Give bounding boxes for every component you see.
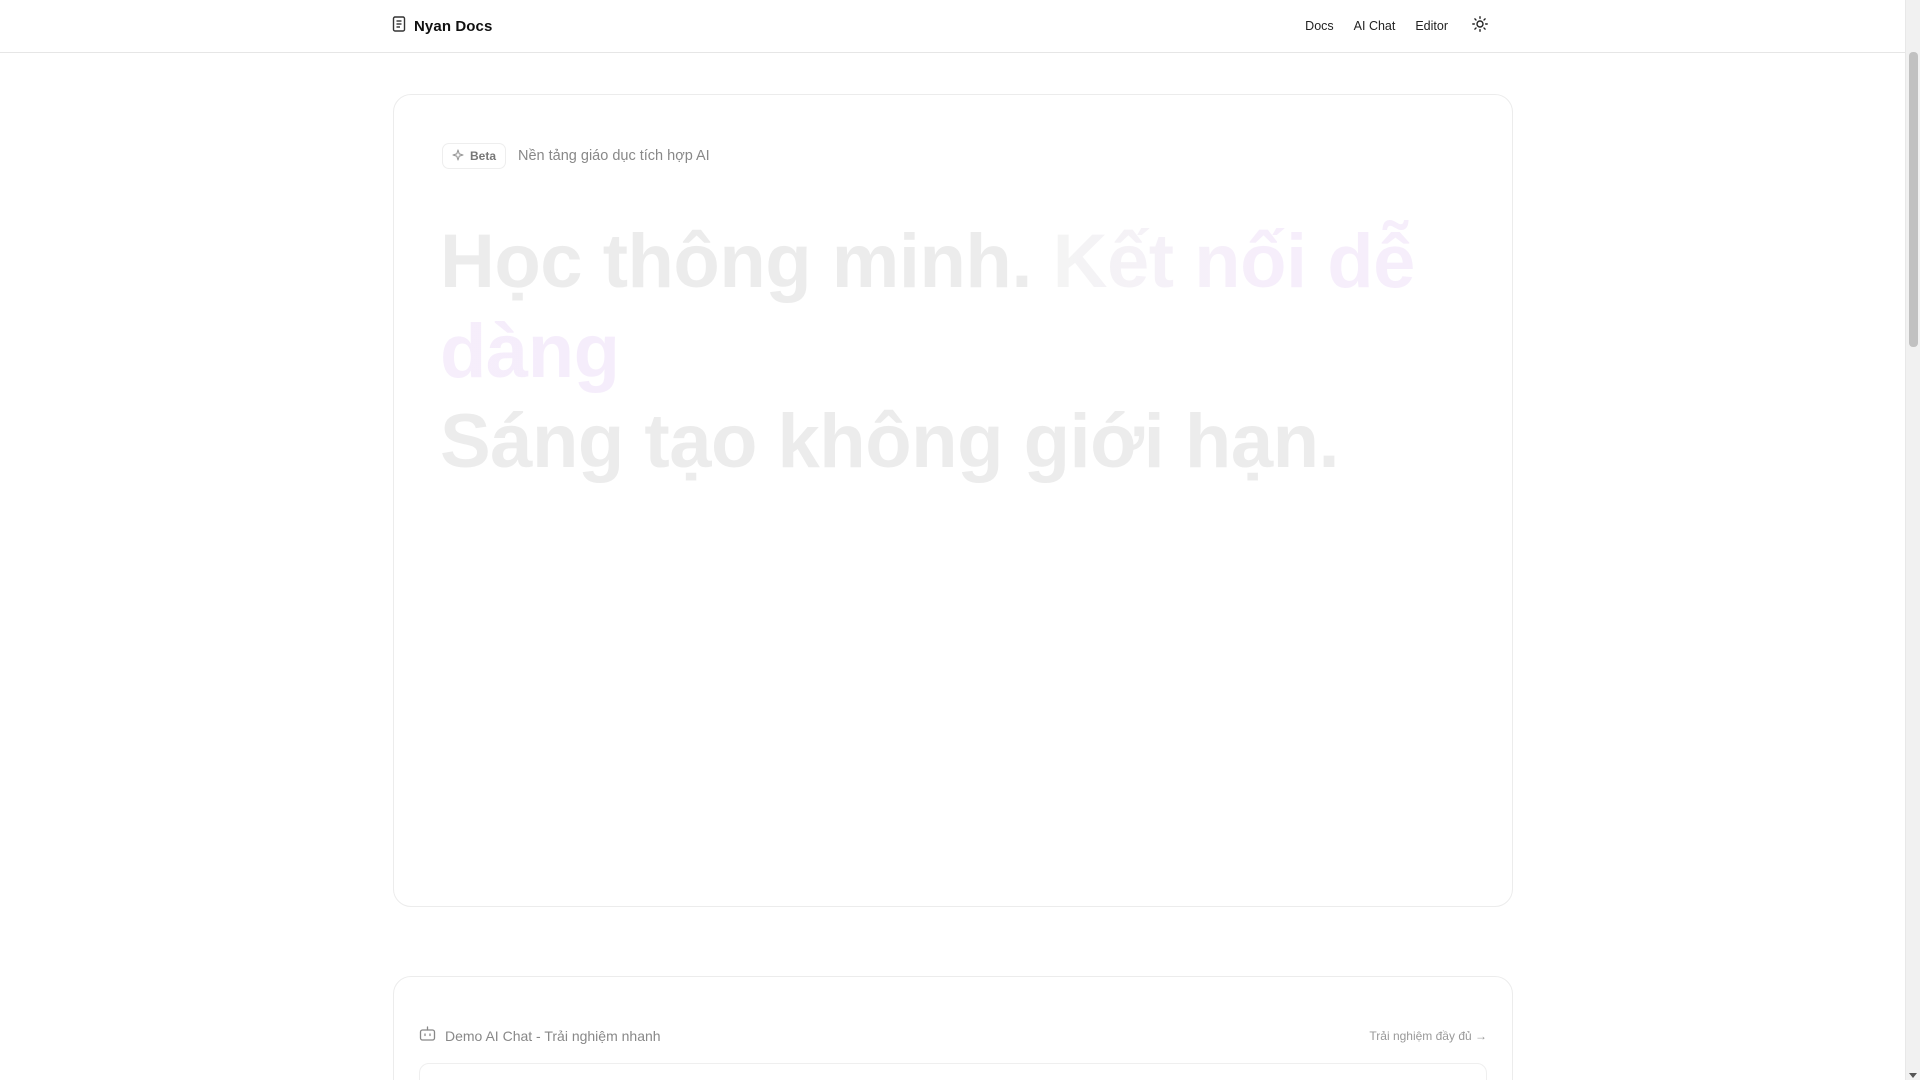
bot-icon bbox=[419, 1026, 436, 1046]
top-navbar: Nyan Docs Docs AI Chat Editor bbox=[0, 0, 1905, 53]
sun-icon bbox=[1472, 15, 1488, 37]
page-scrollbar[interactable] bbox=[1905, 0, 1920, 1080]
sparkle-icon bbox=[452, 148, 464, 164]
book-icon bbox=[392, 15, 406, 37]
hero-eyebrow: Beta Nền tảng giáo dục tích hợp AI bbox=[442, 143, 710, 169]
brand-name: Nyan Docs bbox=[414, 17, 493, 35]
nav-editor[interactable]: Editor bbox=[1415, 19, 1448, 33]
demo-chat-panel bbox=[419, 1063, 1487, 1080]
scrollbar-thumb[interactable] bbox=[1909, 52, 1918, 347]
beta-badge: Beta bbox=[442, 143, 507, 169]
demo-title: Demo AI Chat - Trải nghiệm nhanh bbox=[445, 1028, 661, 1044]
hero-tagline: Nền tảng giáo dục tích hợp AI bbox=[518, 148, 710, 164]
full-experience-link[interactable]: Trải nghiệm đầy đủ → bbox=[1369, 1029, 1487, 1043]
demo-chat-card: Demo AI Chat - Trải nghiệm nhanh Trải ng… bbox=[393, 976, 1513, 1080]
beta-badge-label: Beta bbox=[470, 149, 497, 163]
demo-header: Demo AI Chat - Trải nghiệm nhanh bbox=[419, 1026, 661, 1046]
nav-ai-chat[interactable]: AI Chat bbox=[1354, 19, 1396, 33]
theme-toggle-button[interactable] bbox=[1468, 14, 1492, 38]
brand-link[interactable]: Nyan Docs bbox=[392, 15, 492, 37]
nav-docs[interactable]: Docs bbox=[1305, 19, 1333, 33]
page: Nyan Docs Docs AI Chat Editor Beta Nền t… bbox=[0, 0, 1920, 1080]
hero-card: Beta Nền tảng giáo dục tích hợp AI Học t… bbox=[393, 94, 1513, 907]
hero-headline: Học thông minh. Kết nối dễ dàng Sáng tạo… bbox=[440, 217, 1440, 487]
headline-part-1: Học thông minh. bbox=[440, 219, 1032, 304]
main-nav: Docs AI Chat Editor bbox=[1285, 14, 1492, 38]
scroll-down-arrow-icon[interactable] bbox=[1909, 1073, 1917, 1078]
headline-line-2: Sáng tạo không giới hạn. bbox=[440, 399, 1340, 484]
